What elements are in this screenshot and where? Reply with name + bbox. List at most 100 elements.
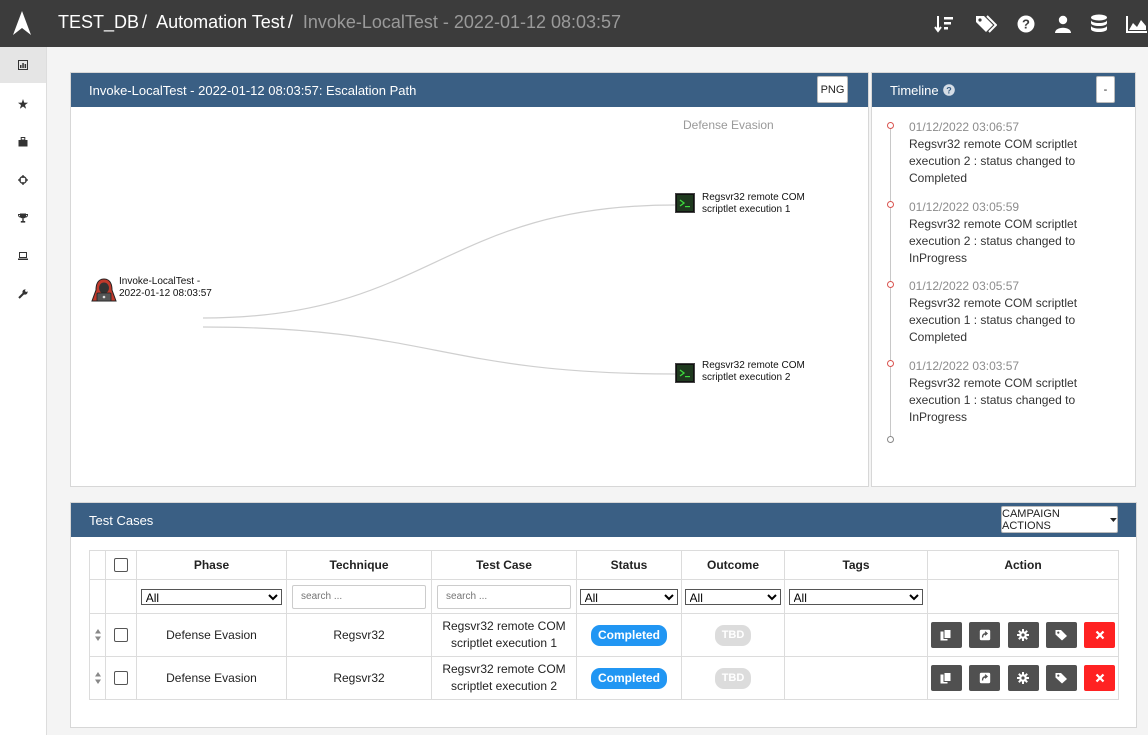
help-icon[interactable]: ? (942, 84, 955, 96)
row-checkbox[interactable] (114, 671, 128, 686)
header-tags[interactable]: Tags (784, 550, 928, 580)
chart-icon[interactable] (1126, 13, 1148, 35)
sort-icon[interactable] (933, 13, 955, 35)
settings-button[interactable] (1007, 622, 1039, 648)
copy-button[interactable] (930, 665, 962, 691)
header-phase[interactable]: Phase (136, 550, 287, 580)
drag-handle-icon[interactable] (94, 628, 102, 642)
help-icon[interactable]: ? (1015, 13, 1037, 35)
header-select-all (105, 550, 137, 580)
timeline-time: 01/12/2022 03:05:59 (909, 200, 1020, 214)
png-export-button[interactable]: PNG (817, 76, 848, 103)
table-header-row: Phase Technique Test Case Status Outcome… (89, 550, 1119, 580)
action-cell (927, 613, 1119, 657)
open-button[interactable] (969, 622, 1001, 648)
phase-cell: Defense Evasion (136, 656, 287, 700)
header-status[interactable]: Status (576, 550, 682, 580)
testcase-search-input[interactable] (437, 584, 571, 609)
header-action: Action (927, 550, 1119, 580)
outcome-cell: TBD (681, 613, 785, 657)
node-root-line: 2022-01-12 08:03:57 (119, 288, 212, 299)
terminal-icon[interactable] (675, 363, 695, 383)
delete-button[interactable] (1084, 665, 1116, 691)
open-button[interactable] (969, 665, 1001, 691)
hacker-icon[interactable] (91, 278, 117, 302)
star-icon (18, 99, 28, 109)
timeline-collapse-button[interactable]: - (1096, 76, 1115, 103)
technique-cell: Regsvr32 (286, 656, 432, 700)
sidebar-item-trophy[interactable] (0, 200, 46, 236)
sidebar-item-hosts[interactable] (0, 238, 46, 274)
outcome-cell: TBD (681, 656, 785, 700)
copy-button[interactable] (930, 622, 962, 648)
tags-icon (1055, 630, 1067, 641)
phase-cell: Defense Evasion (136, 613, 287, 657)
testcase-cell[interactable]: Regsvr32 remote COM scriptlet execution … (431, 613, 577, 657)
test-cases-title: Test Cases (89, 512, 154, 528)
terminal-icon[interactable] (675, 193, 695, 213)
tags-icon (1055, 673, 1067, 684)
filter-cell (89, 579, 106, 614)
timeline-text: Regsvr32 remote COM scriptlet execution … (909, 376, 1078, 424)
status-badge: Completed (590, 624, 667, 646)
share-icon (979, 629, 990, 641)
phase-filter-select[interactable]: All (140, 588, 283, 605)
timeline-end-dot (887, 436, 894, 443)
panel-title: Invoke-LocalTest - 2022-01-12 08:03:57: … (89, 82, 417, 98)
node-line: scriptlet execution 1 (702, 204, 791, 215)
sidebar-item-dashboard[interactable] (0, 47, 46, 83)
node-testcase-2-label[interactable]: Regsvr32 remote COM scriptlet execution … (702, 360, 805, 384)
settings-button[interactable] (1007, 665, 1039, 691)
filter-cell (927, 579, 1119, 614)
user-icon[interactable] (1052, 13, 1074, 35)
escalation-graph[interactable]: Defense Evasion Invoke-LocalTest - 2022-… (71, 107, 868, 485)
testcase-cell[interactable]: Regsvr32 remote COM scriptlet execution … (431, 656, 577, 700)
table-row: Defense Evasion Regsvr32 Regsvr32 remote… (89, 613, 1119, 657)
database-icon[interactable] (1088, 13, 1110, 35)
header-testcase[interactable]: Test Case (431, 550, 577, 580)
status-cell: Completed (576, 656, 682, 700)
tags-filter-select[interactable]: All (788, 588, 924, 605)
row-checkbox[interactable] (114, 628, 128, 643)
node-root-label[interactable]: Invoke-LocalTest - 2022-01-12 08:03:57 (119, 276, 212, 300)
dashboard-icon (18, 60, 28, 70)
action-cell (927, 656, 1119, 700)
technique-search-input[interactable] (292, 584, 426, 609)
app-logo-icon[interactable] (13, 11, 31, 35)
timeline-body: 01/12/2022 03:06:57 Regsvr32 remote COM … (872, 107, 1135, 486)
sidebar-item-briefcase[interactable] (0, 124, 46, 160)
header-outcome[interactable]: Outcome (681, 550, 785, 580)
caret-down-icon (1110, 517, 1117, 522)
timeline-entry: 01/12/2022 03:03:57 Regsvr32 remote COM … (909, 358, 1099, 426)
header-technique[interactable]: Technique (286, 550, 432, 580)
tag-button[interactable] (1045, 665, 1077, 691)
timeline-entry: 01/12/2022 03:06:57 Regsvr32 remote COM … (909, 119, 1099, 187)
breadcrumb-db[interactable]: TEST_DB (58, 12, 139, 32)
drag-handle-icon[interactable] (94, 671, 102, 685)
share-icon (979, 672, 990, 684)
tags-cell (784, 613, 928, 657)
close-icon (1095, 673, 1104, 683)
timeline-text: Regsvr32 remote COM scriptlet execution … (909, 217, 1078, 265)
breadcrumb-campaign[interactable]: Automation Test (156, 12, 285, 32)
outcome-filter-select[interactable]: All (684, 588, 782, 605)
sidebar-item-favorites[interactable] (0, 86, 46, 122)
delete-button[interactable] (1084, 622, 1116, 648)
filter-cell: All (576, 579, 682, 614)
timeline-text: Regsvr32 remote COM scriptlet execution … (909, 137, 1078, 185)
campaign-actions-button[interactable]: CAMPAIGN ACTIONS (1001, 506, 1118, 533)
timeline-header: Timeline ? - (872, 73, 1135, 107)
escalation-path-panel: Invoke-LocalTest - 2022-01-12 08:03:57: … (70, 72, 869, 487)
status-filter-select[interactable]: All (579, 588, 679, 605)
node-testcase-1-label[interactable]: Regsvr32 remote COM scriptlet execution … (702, 192, 805, 216)
select-all-checkbox[interactable] (114, 558, 128, 573)
sidebar-item-targets[interactable] (0, 162, 46, 198)
select-cell (105, 656, 137, 700)
tags-cell (784, 656, 928, 700)
select-cell (105, 613, 137, 657)
tags-icon[interactable] (975, 13, 997, 35)
tag-button[interactable] (1045, 622, 1077, 648)
breadcrumb-separator: / (287, 12, 293, 32)
sidebar-item-tools[interactable] (0, 276, 46, 312)
node-line: Regsvr32 remote COM (702, 192, 805, 203)
